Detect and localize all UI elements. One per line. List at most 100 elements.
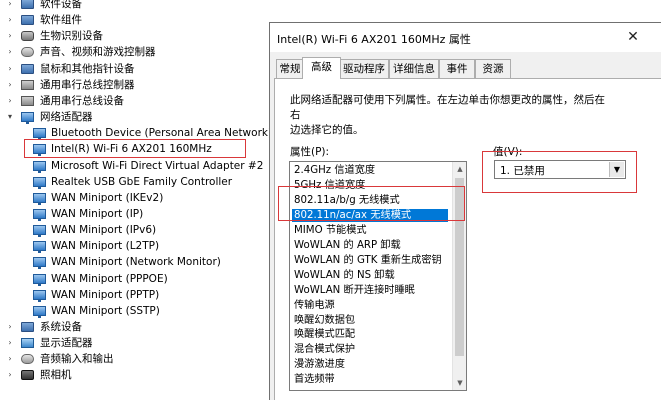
chevron-right-icon[interactable]: › [5, 335, 15, 351]
dialog-title: Intel(R) Wi-Fi 6 AX201 160MHz 属性 [277, 33, 471, 46]
property-item[interactable]: MIMO 节能模式 [292, 224, 448, 238]
tree-item-label: 生物识别设备 [40, 30, 103, 43]
network-adapter-icon [33, 257, 46, 270]
network-adapter-icon [33, 241, 46, 254]
tree-network-adapter[interactable]: WAN Miniport (IPv6) [33, 222, 273, 238]
chevron-right-icon[interactable]: › [5, 93, 15, 109]
tree-category[interactable]: › 鼠标和其他指针设备 [5, 61, 245, 77]
tree-category[interactable]: › 生物识别设备 [5, 28, 245, 44]
property-item[interactable]: WoWLAN 的 ARP 卸载 [292, 239, 448, 253]
property-item[interactable]: 传输电源 [292, 299, 448, 313]
network-adapter-icon [33, 128, 46, 141]
tab-5[interactable]: 资源 [475, 59, 511, 78]
tree-item-label: WAN Miniport (IP) [51, 207, 144, 220]
tree-item-label: WAN Miniport (PPTP) [51, 288, 160, 301]
tree-network-adapter[interactable]: WAN Miniport (PPTP) [33, 287, 273, 303]
tree-item-label: WAN Miniport (SSTP) [51, 304, 160, 317]
network-adapter-icon [33, 160, 46, 173]
tree-network-adapter[interactable]: WAN Miniport (IP) [33, 206, 273, 222]
tree-network-adapter[interactable]: Realtek USB GbE Family Controller [33, 174, 273, 190]
tree-item-label: 通用串行总线控制器 [40, 78, 135, 91]
tab-0[interactable]: 常规 [276, 59, 304, 78]
chevron-down-icon[interactable]: ▾ [5, 109, 15, 125]
property-item[interactable]: 2.4GHz 信道宽度 [292, 164, 448, 178]
property-item[interactable]: 唤醒模式匹配 [292, 328, 448, 342]
property-item[interactable]: 漫游激进度 [292, 358, 448, 372]
network-adapter-icon [33, 305, 46, 318]
chevron-right-icon[interactable]: › [5, 61, 15, 77]
tree-item-label: 声音、视频和游戏控制器 [40, 46, 156, 59]
tab-3[interactable]: 详细信息 [389, 59, 439, 78]
chevron-right-icon[interactable]: › [5, 44, 15, 60]
chevron-right-icon[interactable]: › [5, 0, 15, 12]
tree-network-adapter[interactable]: WAN Miniport (L2TP) [33, 238, 273, 254]
scroll-up-icon[interactable]: ▲ [453, 162, 466, 176]
highlight-box-value [482, 151, 637, 193]
tree-item-label: WAN Miniport (IKEv2) [51, 191, 164, 204]
tree-item-label: WAN Miniport (Network Monitor) [51, 256, 221, 269]
tree-item-label: 鼠标和其他指针设备 [40, 62, 135, 75]
chevron-right-icon[interactable]: › [5, 367, 15, 383]
network-adapter-icon [33, 273, 46, 286]
tree-network-adapter[interactable]: WAN Miniport (PPPOE) [33, 271, 273, 287]
scroll-down-icon[interactable]: ▼ [453, 376, 466, 390]
usb-controller-icon [21, 79, 34, 90]
tree-item-label: 软件设备 [40, 0, 82, 10]
tree-category[interactable]: › 系统设备 [5, 319, 245, 335]
software-device-icon [21, 0, 34, 9]
tree-item-label: WAN Miniport (L2TP) [51, 240, 160, 253]
chevron-right-icon[interactable]: › [5, 28, 15, 44]
network-adapter-icon [21, 112, 34, 125]
tree-category[interactable]: › 通用串行总线设备 [5, 93, 245, 109]
tree-item-label: 音频输入和输出 [40, 353, 114, 366]
tree-network-adapter[interactable]: WAN Miniport (Network Monitor) [33, 254, 273, 270]
sound-icon [21, 47, 34, 58]
tree-category[interactable]: › 照相机 [5, 367, 245, 383]
description-line-1: 此网络适配器可使用下列属性。在左边单击你想更改的属性，然后在右 [290, 94, 605, 121]
advanced-description: 此网络适配器可使用下列属性。在左边单击你想更改的属性，然后在右 边选择它的值。 [290, 93, 610, 138]
tree-category[interactable]: › 软件设备 [5, 0, 245, 12]
camera-icon [21, 370, 34, 381]
tree-item-label: WAN Miniport (PPPOE) [51, 272, 168, 285]
tree-category[interactable]: ▾ 网络适配器 [5, 109, 245, 125]
tree-network-adapter[interactable]: WAN Miniport (IKEv2) [33, 190, 273, 206]
tree-item-label: 照相机 [40, 369, 72, 382]
close-icon: ✕ [627, 29, 639, 45]
dialog-titlebar[interactable]: Intel(R) Wi-Fi 6 AX201 160MHz 属性 ✕ [270, 23, 661, 52]
tab-4[interactable]: 事件 [439, 59, 475, 78]
property-item[interactable]: 唤醒幻数据包 [292, 314, 448, 328]
tree-category[interactable]: › 显示适配器 [5, 335, 245, 351]
tree-item-label: 通用串行总线设备 [40, 94, 124, 107]
close-button[interactable]: ✕ [625, 29, 641, 45]
tree-category[interactable]: › 软件组件 [5, 12, 245, 28]
chevron-right-icon[interactable]: › [5, 12, 15, 28]
property-item[interactable]: 首选频带 [292, 373, 448, 387]
highlight-box-adapter [24, 139, 246, 158]
network-adapter-icon [33, 289, 46, 302]
chevron-right-icon[interactable]: › [5, 77, 15, 93]
tree-item-label: 软件组件 [40, 14, 82, 27]
software-component-icon [21, 15, 34, 26]
tree-category[interactable]: › 通用串行总线控制器 [5, 77, 245, 93]
tree-network-adapter[interactable]: Microsoft Wi-Fi Direct Virtual Adapter #… [33, 158, 273, 174]
tree-category[interactable]: › 音频输入和输出 [5, 351, 245, 367]
tree-item-label: 网络适配器 [40, 111, 93, 124]
property-item[interactable]: WoWLAN 的 GTK 重新生成密钥 [292, 254, 448, 268]
tree-category[interactable]: › 声音、视频和游戏控制器 [5, 44, 245, 60]
tab-1[interactable]: 高级 [302, 57, 341, 79]
properties-label: 属性(P): [290, 146, 330, 158]
description-line-2: 边选择它的值。 [290, 124, 364, 136]
chevron-right-icon[interactable]: › [5, 351, 15, 367]
property-item[interactable]: 混合模式保护 [292, 343, 448, 357]
biometric-device-icon [21, 31, 34, 42]
tree-item-label: Realtek USB GbE Family Controller [51, 175, 233, 188]
advanced-tab-panel: 此网络适配器可使用下列属性。在左边单击你想更改的属性，然后在右 边选择它的值。 … [274, 78, 661, 400]
tab-2[interactable]: 驱动程序 [339, 59, 389, 78]
network-adapter-icon [33, 192, 46, 205]
chevron-right-icon[interactable]: › [5, 319, 15, 335]
tree-network-adapter[interactable]: WAN Miniport (SSTP) [33, 303, 273, 319]
system-device-icon [21, 322, 34, 332]
audio-io-icon [21, 354, 34, 365]
property-item[interactable]: WoWLAN 的 NS 卸载 [292, 269, 448, 283]
property-item[interactable]: WoWLAN 断开连接时睡眠 [292, 284, 448, 298]
